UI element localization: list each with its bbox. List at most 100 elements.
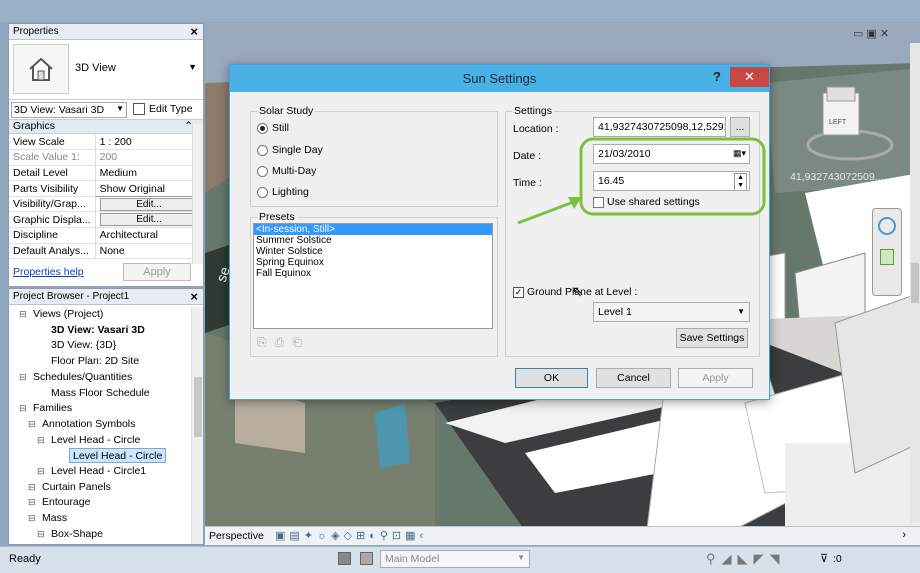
- close-icon[interactable]: ×: [190, 289, 198, 304]
- visibility-edit-button[interactable]: Edit...: [99, 197, 199, 211]
- presets-list[interactable]: <In-session, Still> Summer Solstice Wint…: [253, 223, 493, 329]
- filter-count: :0: [833, 553, 842, 565]
- workset-icon[interactable]: [338, 552, 351, 565]
- expand-toggle-icon[interactable]: ⊟: [37, 527, 45, 542]
- close-icon[interactable]: ✕: [880, 28, 892, 40]
- project-browser: Project Browser - Project1 × Views (Proje…: [8, 288, 204, 545]
- tree-item[interactable]: Floor Plan: 2D Site: [51, 354, 139, 369]
- radio-single-day[interactable]: Single Day: [257, 144, 323, 156]
- tree-item[interactable]: Views (Project): [33, 307, 103, 322]
- expand-toggle-icon[interactable]: ⊟: [37, 464, 45, 479]
- prop-row: Scale Value 1: 200: [9, 149, 203, 166]
- tree-item[interactable]: Annotation Symbols: [42, 417, 135, 432]
- expand-toggle-icon[interactable]: ⊟: [28, 495, 36, 510]
- location-browse-button[interactable]: ...: [730, 117, 750, 137]
- radio-lighting[interactable]: Lighting: [257, 186, 309, 198]
- edit-type-icon[interactable]: [133, 103, 145, 115]
- properties-panel: Properties × 3D View ▼ 3D View: Vasari 3D…: [8, 23, 204, 287]
- preset-action-icons[interactable]: ⎘⎙⎗: [257, 335, 310, 350]
- radio-still[interactable]: Still: [257, 122, 289, 134]
- radio-multi-day[interactable]: Multi-Day: [257, 165, 316, 177]
- help-button[interactable]: ?: [713, 63, 721, 90]
- viewcube[interactable]: LEFT: [805, 83, 895, 163]
- type-selector-preview[interactable]: 3D View ▼: [9, 40, 203, 100]
- browser-scrollbar[interactable]: [191, 307, 203, 544]
- cancel-button[interactable]: Cancel: [596, 368, 671, 388]
- properties-scrollbar[interactable]: [192, 124, 203, 264]
- preset-item[interactable]: Spring Equinox: [254, 257, 492, 268]
- tree-item[interactable]: Level Head - Circle1: [51, 464, 146, 479]
- presets-group: Presets <In-session, Still> Summer Solst…: [250, 211, 498, 357]
- filter-icon[interactable]: ⊽: [820, 552, 828, 565]
- sun-settings-dialog: Sun Settings ? ✕ Solar Study Still Singl…: [229, 64, 770, 400]
- expand-toggle-icon[interactable]: ⊟: [28, 480, 36, 495]
- browser-title: Project Browser - Project1 ×: [9, 289, 203, 305]
- properties-help-link[interactable]: Properties help: [13, 266, 84, 278]
- expand-toggle-icon[interactable]: ⊟: [28, 417, 36, 432]
- status-text: Ready: [9, 553, 41, 565]
- tree-item[interactable]: Entourage: [42, 495, 90, 510]
- prop-row: View Scale 1 : 200: [9, 134, 203, 151]
- tree-item[interactable]: Schedules/Quantities: [33, 370, 132, 385]
- viewcube-face-label: LEFT: [829, 119, 847, 126]
- navigation-bar[interactable]: [872, 208, 902, 296]
- expand-toggle-icon[interactable]: ⊟: [19, 401, 27, 416]
- tree-item[interactable]: Families: [33, 401, 72, 416]
- view-control-bar: Perspective ▣▤✦☼◈◇⊞◐⚲⊡▦‹ ›: [205, 526, 920, 545]
- view-control-icons[interactable]: ▣▤✦☼◈◇⊞◐⚲⊡▦‹: [275, 529, 427, 542]
- graphic-display-edit-button[interactable]: Edit...: [99, 213, 199, 227]
- mouse-cursor-icon: ⇖: [572, 283, 584, 299]
- zoom-icon[interactable]: [880, 249, 894, 265]
- highlight-annotation: [517, 137, 766, 225]
- level-select[interactable]: Level 1 ▼: [593, 302, 750, 322]
- tree-item[interactable]: 3D View: {3D}: [51, 338, 116, 353]
- scroll-right-icon[interactable]: ›: [902, 529, 906, 541]
- selection-icons[interactable]: ⚲◢◣◤◥: [706, 551, 786, 567]
- graphics-section[interactable]: Graphics ⌃: [9, 120, 203, 134]
- tree-item[interactable]: Curtain Panels: [42, 480, 111, 495]
- properties-apply-button[interactable]: Apply: [123, 263, 191, 281]
- coordinate-readout: 41,932743072509...: [790, 171, 884, 183]
- edit-type-button[interactable]: Edit Type: [149, 103, 193, 115]
- tree-item[interactable]: Mass Floor Schedule: [51, 386, 150, 401]
- expand-toggle-icon[interactable]: ⊟: [28, 511, 36, 526]
- instance-selector[interactable]: 3D View: Vasari 3D ▼: [11, 102, 127, 118]
- dialog-close-button[interactable]: ✕: [730, 67, 769, 87]
- minimize-icon[interactable]: ▭: [853, 28, 866, 40]
- dialog-titlebar[interactable]: Sun Settings ? ✕: [230, 65, 769, 92]
- tree-item[interactable]: Level Head - Circle: [69, 448, 167, 464]
- preset-item[interactable]: Summer Solstice: [254, 235, 492, 246]
- prop-row: Graphic Displa... Edit...: [9, 211, 203, 229]
- preset-item[interactable]: Winter Solstice: [254, 246, 492, 257]
- chevron-down-icon: ▼: [737, 307, 745, 316]
- expand-toggle-icon[interactable]: ⊟: [19, 307, 27, 322]
- window-controls: ▭▣✕: [853, 27, 892, 40]
- preset-item[interactable]: Fall Equinox: [254, 268, 492, 279]
- design-options-icon[interactable]: [360, 552, 373, 565]
- close-icon[interactable]: ×: [190, 24, 198, 39]
- status-bar: Ready Main Model ▼ ⚲◢◣◤◥ ⊽ :0: [0, 546, 920, 573]
- apply-button[interactable]: Apply: [678, 368, 753, 388]
- preset-item[interactable]: <In-session, Still>: [254, 224, 492, 235]
- prop-row: Discipline Architectural: [9, 227, 203, 244]
- active-model-select[interactable]: Main Model ▼: [380, 550, 530, 568]
- expand-toggle-icon[interactable]: ⊟: [19, 370, 27, 385]
- restore-icon[interactable]: ▣: [866, 28, 879, 40]
- tree-item[interactable]: Mass: [42, 511, 67, 526]
- dialog-title: Sun Settings: [462, 71, 537, 86]
- prop-row: Default Analys... None: [9, 243, 203, 260]
- save-settings-button[interactable]: Save Settings: [676, 328, 748, 348]
- chevron-down-icon[interactable]: ▼: [188, 62, 197, 72]
- location-field[interactable]: 41,9327430725098,12,52917: [593, 117, 726, 137]
- steering-wheel-icon[interactable]: [878, 217, 896, 235]
- tree-item[interactable]: 3D View: Vasari 3D: [51, 323, 145, 338]
- tree-item[interactable]: Box-Shape: [51, 527, 103, 542]
- properties-title: Properties ×: [9, 24, 203, 40]
- ok-button[interactable]: OK: [515, 368, 588, 388]
- prop-row: Parts Visibility Show Original: [9, 180, 204, 197]
- viewport-scrollbar[interactable]: [910, 43, 920, 523]
- expand-toggle-icon[interactable]: ⊟: [37, 433, 45, 448]
- tree-item[interactable]: Level Head - Circle: [51, 433, 140, 448]
- view-mode-label: Perspective: [209, 530, 264, 542]
- prop-row: Visibility/Grap... Edit...: [9, 196, 203, 213]
